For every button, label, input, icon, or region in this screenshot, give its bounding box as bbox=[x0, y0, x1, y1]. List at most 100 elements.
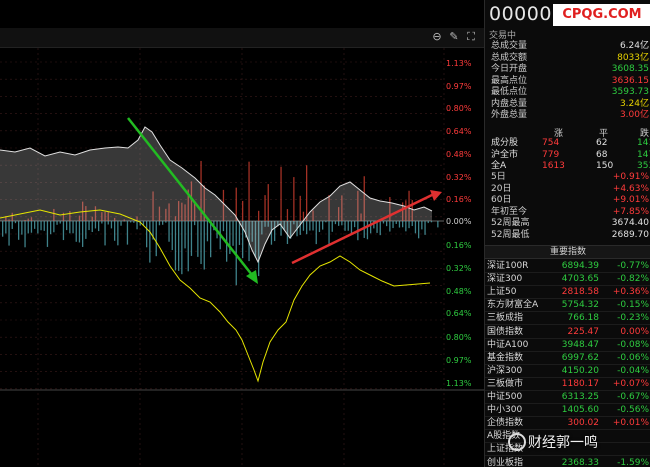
breadth-row: 成分股 754 62 141 bbox=[485, 138, 650, 149]
trading-status: 交易中 bbox=[489, 31, 517, 41]
down-bar bbox=[421, 221, 423, 230]
index-row[interactable]: 创业板指 2368.33 -1.59% bbox=[485, 457, 650, 467]
down-bar bbox=[331, 221, 333, 232]
pct-down-label: 0.80% bbox=[446, 333, 472, 342]
period-value: +4.63% bbox=[612, 183, 649, 194]
index-row[interactable]: 国债指数 225.47 0.00% bbox=[485, 326, 650, 339]
down-bar bbox=[149, 221, 151, 263]
down-bar bbox=[126, 221, 129, 245]
down-bar bbox=[69, 221, 71, 234]
stat-row: 总成交额 8033亿 bbox=[485, 53, 650, 64]
index-row[interactable]: 东方财富全A 5754.32 -0.15% bbox=[485, 299, 650, 313]
stat-label: 总成交额 bbox=[491, 52, 528, 63]
index-row[interactable]: 三板做市 1180.17 +0.07% bbox=[485, 378, 650, 391]
pct-down-label: 0.16% bbox=[446, 241, 472, 250]
index-row[interactable]: 中证500 6313.25 -0.67% bbox=[485, 391, 650, 404]
settings-icon[interactable] bbox=[451, 30, 465, 44]
percentage-axis: 1.13% 0.97% 0.80% 0.64% 0.48% 0.32% 0.16% 0.00%… bbox=[446, 59, 472, 388]
down-bar bbox=[114, 221, 116, 241]
down-bar bbox=[306, 221, 308, 235]
breadth-down: 147 bbox=[637, 149, 650, 160]
index-row[interactable]: 基金指数 6997.62 -0.06% bbox=[485, 352, 650, 365]
down-bar bbox=[59, 221, 61, 224]
index-row[interactable]: 沪深300 4150.20 -0.04% bbox=[485, 365, 650, 378]
period-row: 52周最高 3674.40 bbox=[485, 218, 650, 229]
index-value: 6313.25 bbox=[561, 392, 599, 402]
down-bar bbox=[11, 221, 13, 229]
index-row[interactable]: 深证300 4703.65 -0.82% bbox=[485, 273, 650, 287]
up-bar bbox=[286, 209, 289, 221]
down-bar bbox=[110, 221, 113, 229]
index-value: 4703.65 bbox=[561, 274, 599, 285]
down-bar bbox=[379, 221, 381, 236]
down-bar bbox=[21, 221, 23, 235]
stat-value: 3593.73 bbox=[611, 87, 649, 97]
period-value: 3674.40 bbox=[611, 218, 649, 228]
index-value: 2368.33 bbox=[561, 457, 599, 467]
stat-value: 3636.15 bbox=[611, 75, 649, 86]
down-bar bbox=[165, 221, 167, 223]
down-bar bbox=[322, 221, 324, 230]
index-value: 6894.39 bbox=[561, 261, 599, 271]
down-bar bbox=[82, 221, 84, 247]
down-bar bbox=[34, 221, 36, 229]
down-bar bbox=[162, 221, 164, 225]
down-bar bbox=[232, 221, 234, 246]
down-bar bbox=[117, 221, 119, 246]
index-row[interactable]: 上证50 2818.58 +0.36% bbox=[485, 286, 650, 300]
breadth-row: 沪全市 779 68 147 bbox=[485, 150, 650, 161]
period-label: 60日 bbox=[491, 195, 512, 205]
down-bar bbox=[174, 221, 177, 271]
period-row: 20日 +4.63% bbox=[485, 184, 650, 195]
up-bar bbox=[306, 165, 308, 221]
down-bar bbox=[350, 221, 353, 234]
index-row[interactable]: 中小300 1405.60 -0.56% bbox=[485, 404, 650, 418]
zoom-out-icon[interactable]: ⊖ bbox=[430, 30, 444, 44]
up-bar bbox=[258, 210, 260, 221]
fullscreen-icon[interactable]: ⛶ bbox=[464, 30, 478, 44]
down-bar bbox=[104, 221, 106, 246]
breadth-down: 141 bbox=[637, 138, 650, 148]
down-bar bbox=[43, 221, 45, 231]
index-change: 0.00% bbox=[620, 326, 649, 337]
down-bar bbox=[203, 221, 205, 270]
breadth-up: 779 bbox=[542, 149, 560, 160]
up-bar bbox=[267, 184, 269, 221]
period-label: 20日 bbox=[491, 183, 512, 194]
down-bar bbox=[158, 221, 161, 226]
breadth-flat: 62 bbox=[596, 138, 608, 148]
index-row[interactable]: 企债指数 300.02 +0.01% bbox=[485, 417, 650, 431]
stat-value: 3608.35 bbox=[611, 64, 649, 74]
down-bar bbox=[338, 221, 340, 226]
down-bar bbox=[171, 221, 173, 251]
index-row[interactable]: 深证100R 6894.39 -0.77% bbox=[485, 260, 650, 273]
stat-row: 总成交量 6.24亿 bbox=[485, 41, 650, 52]
stat-row: 最低点位 3593.73 bbox=[485, 87, 650, 98]
down-bar bbox=[120, 221, 122, 226]
down-bar bbox=[101, 221, 103, 224]
down-bar bbox=[46, 221, 49, 247]
down-bar bbox=[370, 221, 372, 234]
index-name: 中小300 bbox=[487, 405, 523, 416]
index-change: -0.67% bbox=[617, 392, 649, 402]
index-row[interactable]: 中证A100 3948.47 -0.08% bbox=[485, 339, 650, 352]
stat-label: 外盘总量 bbox=[491, 110, 528, 120]
down-bar bbox=[136, 221, 138, 230]
stat-value: 3.00亿 bbox=[619, 110, 649, 120]
index-row[interactable]: 三板成指 766.18 -0.23% bbox=[485, 312, 650, 326]
breadth-label: 成分股 bbox=[491, 138, 519, 148]
period-label: 5日 bbox=[491, 172, 506, 182]
down-bar bbox=[72, 221, 74, 234]
down-bar bbox=[133, 221, 135, 223]
down-bar bbox=[210, 221, 212, 258]
watermark-logo: CPQG.COM bbox=[553, 4, 650, 26]
down-bar bbox=[30, 221, 33, 233]
index-name: 深证100R bbox=[487, 261, 529, 271]
down-bar bbox=[424, 221, 426, 235]
down-bar bbox=[354, 221, 356, 228]
down-bar bbox=[408, 221, 410, 229]
index-value: 766.18 bbox=[567, 313, 600, 324]
down-bar bbox=[437, 221, 439, 228]
down-bar bbox=[302, 221, 305, 231]
down-bar bbox=[178, 221, 180, 271]
